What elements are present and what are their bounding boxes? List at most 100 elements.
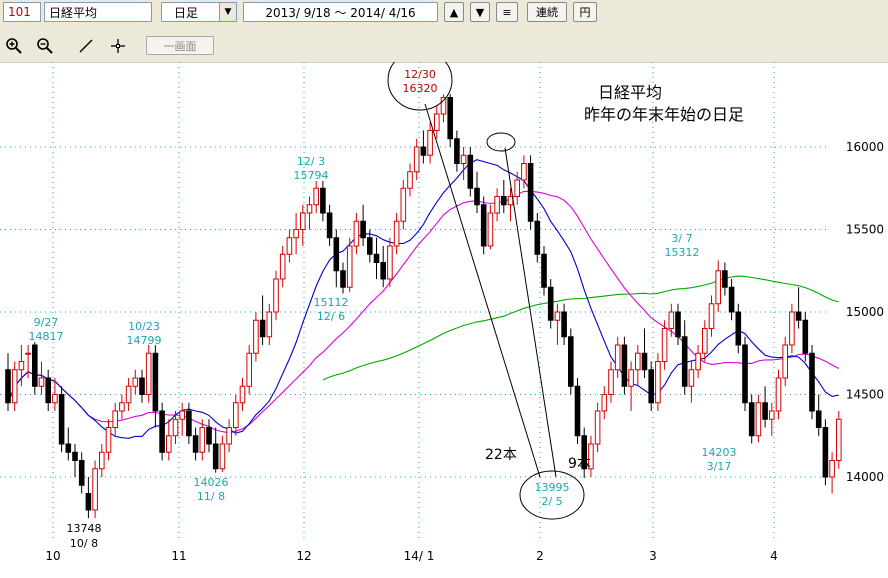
period-select[interactable]: 日足 ▼	[161, 2, 237, 22]
y-tick-label: 15500	[846, 223, 884, 237]
candle-body	[132, 377, 139, 387]
candle-body	[554, 311, 561, 321]
candle-body	[474, 187, 480, 206]
candle-body	[52, 394, 58, 404]
candle-body	[387, 245, 393, 280]
candle-body	[92, 468, 98, 511]
candle-body	[233, 402, 239, 428]
annotation-value: 14799	[127, 334, 162, 347]
candle-body	[239, 385, 246, 404]
candle-body	[266, 311, 273, 338]
chart-title: 日経平均	[598, 83, 662, 102]
candle-body	[340, 270, 346, 288]
chevron-down-icon[interactable]: ▼	[219, 3, 236, 21]
candle-body	[259, 319, 266, 338]
candle-body	[655, 361, 661, 404]
candle-body	[226, 427, 232, 445]
candle-body	[728, 286, 735, 313]
candle-body	[38, 377, 45, 387]
candle-body	[668, 311, 675, 329]
line-tool-icon[interactable]	[74, 35, 98, 57]
annotation-date: 12/30	[404, 68, 436, 81]
y-tick-label: 16000	[846, 140, 884, 154]
candle-body	[608, 369, 614, 395]
candle-body	[253, 319, 259, 354]
candle-body	[702, 328, 708, 354]
candle-body	[112, 410, 119, 428]
yen-button[interactable]: 円	[573, 2, 597, 22]
candle-body	[836, 418, 842, 461]
zoom-in-icon[interactable]	[2, 35, 26, 57]
candle-body	[681, 336, 688, 387]
candle-body	[145, 352, 152, 395]
candle-body	[5, 369, 11, 404]
candle-body	[273, 278, 279, 313]
stock-code-field[interactable]: 101	[3, 2, 41, 22]
stock-name-field[interactable]: 日経平均	[44, 2, 152, 22]
candle-body	[635, 352, 641, 371]
date-range-field: 2013/ 9/18 ～ 2014/ 4/16	[243, 2, 438, 22]
x-tick-label: 12	[296, 549, 311, 563]
candle-body	[152, 352, 159, 412]
candle-body	[541, 253, 547, 288]
labels: 日経平均 昨年の年末年始の日足 22本 9本 9/27 14817 10/23 …	[29, 68, 745, 550]
candle-body	[85, 493, 92, 511]
candle-body	[789, 311, 795, 346]
candle-body	[373, 253, 380, 263]
candle-body	[601, 394, 608, 412]
candle-body	[769, 410, 775, 420]
candle-body	[648, 369, 655, 404]
candle-body	[279, 253, 286, 280]
candle-body	[829, 460, 835, 478]
continuous-button[interactable]: 連続	[527, 2, 567, 22]
annotation-date: 2/ 5	[541, 495, 562, 508]
moving-average-lines	[7, 159, 840, 439]
candle-body	[628, 369, 634, 387]
candle-body	[460, 154, 467, 164]
annotation-date: 3/17	[707, 460, 732, 473]
candle-body	[614, 344, 621, 371]
candle-body	[641, 352, 648, 371]
chart-area: 10 11 12 14/ 1 2 3 4 14000 14500 15000 15500 16000 …	[0, 49, 888, 574]
candle-body	[715, 270, 722, 305]
candle-body	[407, 171, 413, 189]
candle-body	[179, 410, 185, 420]
crosshair-icon[interactable]	[106, 35, 130, 57]
annotation-value: 13995	[535, 481, 570, 494]
candle-body	[65, 443, 72, 453]
annotation-value: 13748	[67, 522, 102, 535]
candle-body	[708, 303, 715, 329]
candle-body	[313, 187, 319, 206]
candle-body	[688, 369, 695, 387]
candle-body	[454, 138, 460, 164]
candle-body	[206, 427, 212, 445]
candle-body	[574, 385, 581, 437]
zoom-out-icon[interactable]	[33, 35, 57, 57]
x-tick-label: 11	[171, 549, 186, 563]
one-screen-button[interactable]: 一画面	[146, 36, 214, 55]
scroll-up-button[interactable]: ▲	[444, 2, 464, 22]
annotation-date: 10/23	[128, 320, 160, 333]
annotation-date: 10/ 8	[70, 537, 98, 550]
candle-body	[775, 377, 782, 412]
candle-body	[293, 229, 299, 239]
x-tick-label: 2	[536, 549, 544, 563]
candle-body	[822, 427, 829, 478]
menu-button[interactable]: ≡	[496, 2, 518, 22]
rebound-circle	[486, 132, 516, 152]
candle-body	[695, 352, 701, 371]
candlestick-chart: 10 11 12 14/ 1 2 3 41400014500150001550016000 …	[0, 49, 884, 563]
candle-body	[427, 130, 433, 156]
candle-body	[139, 377, 145, 395]
candle-body	[393, 220, 400, 247]
candle-body	[380, 262, 386, 280]
candle-body	[802, 319, 809, 354]
candle-body	[742, 344, 748, 404]
annotation-date: 9/27	[34, 316, 59, 329]
candle-body	[547, 286, 554, 321]
toolbar: 101 日経平均 日足 ▼ 2013/ 9/18 ～ 2014/ 4/16 ▲ …	[0, 0, 888, 63]
candle-body	[722, 270, 728, 288]
decline-line-22	[424, 103, 541, 478]
candle-body	[735, 311, 742, 346]
scroll-down-button[interactable]: ▼	[470, 2, 490, 22]
